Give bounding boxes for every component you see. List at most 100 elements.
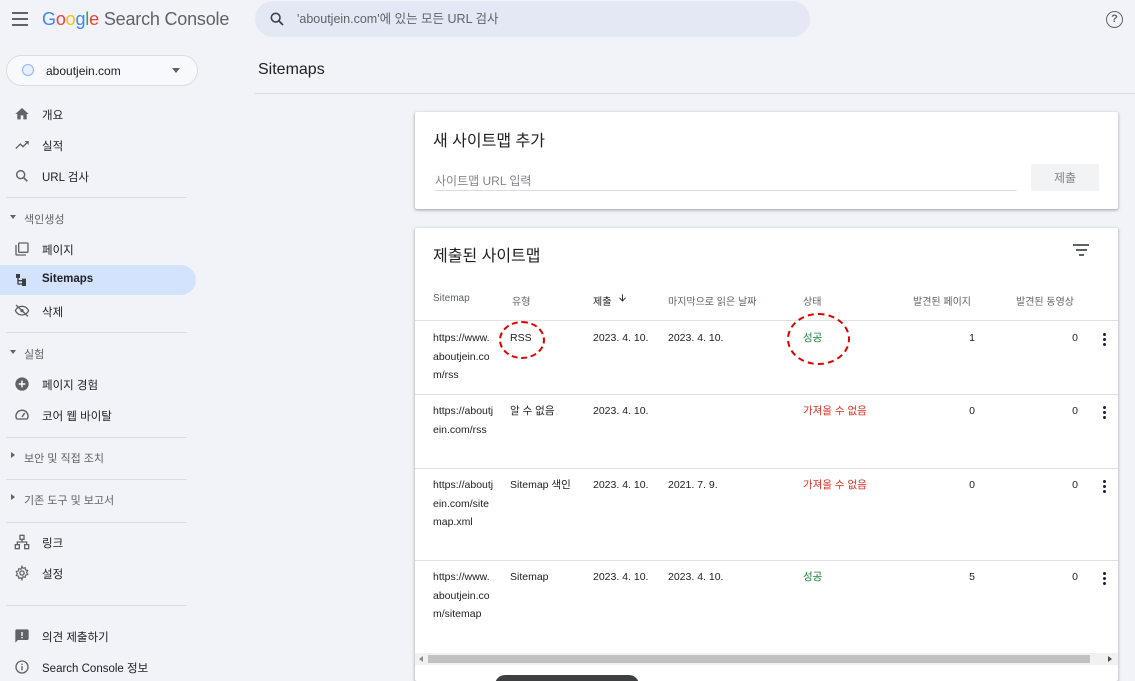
help-icon[interactable]: ? (1106, 11, 1123, 28)
submitted-date: 2023. 4. 10. (593, 332, 649, 344)
scroll-left-icon[interactable] (419, 656, 423, 662)
settings-icon (15, 565, 29, 581)
horizontal-scrollbar[interactable] (415, 653, 1118, 665)
sitemap-url[interactable]: https://www.aboutjein.com/sitemap (433, 568, 495, 624)
url-inspection-input[interactable] (297, 1, 797, 37)
row-divider (415, 468, 1118, 469)
search-icon (15, 169, 28, 182)
sidebar-item-removals[interactable]: 삭제 (0, 296, 196, 326)
sidebar-item-overview[interactable]: 개요 (0, 99, 196, 129)
last-read-date: 2023. 4. 10. (668, 332, 724, 344)
collapse-arrow-icon (10, 350, 16, 354)
main-menu-icon[interactable] (12, 12, 28, 26)
submitted-sitemaps-card: 제출된 사이트맵 Sitemap 유형 제출 마지막으로 읽은 날짜 상태 발견… (415, 228, 1118, 681)
discovered-pages: 1 (969, 332, 975, 344)
section-indexing[interactable]: 색인생성 (0, 207, 196, 229)
chevron-down-icon (172, 68, 180, 73)
last-read-date: 2021. 7. 9. (668, 479, 718, 491)
search-icon (270, 12, 284, 26)
more-vert-icon[interactable] (1103, 333, 1107, 347)
column-header-discovered-pages[interactable]: 발견된 페이지 (913, 293, 971, 308)
submit-button[interactable]: 제출 (1031, 164, 1099, 191)
more-vert-icon[interactable] (1103, 406, 1107, 420)
title-divider (255, 93, 1135, 94)
status-badge: 가져올 수 없음 (803, 405, 867, 417)
last-read-date: 2023. 4. 10. (668, 571, 724, 583)
filter-icon[interactable] (1073, 244, 1089, 258)
section-security[interactable]: 보안 및 직접 조치 (0, 446, 196, 468)
sitemap-url[interactable]: https://www.aboutjein.com/rss (433, 329, 495, 385)
column-header-submitted[interactable]: 제출 (593, 293, 626, 308)
status-badge: 가져올 수 없음 (803, 479, 867, 491)
trending-up-icon (15, 141, 29, 149)
discovered-pages: 0 (969, 405, 975, 417)
section-experience[interactable]: 실험 (0, 342, 196, 364)
sidebar-item-page-experience[interactable]: 페이지 경험 (0, 369, 196, 399)
sidebar-item-performance[interactable]: 실적 (0, 130, 196, 160)
sitemap-type: Sitemap (510, 571, 549, 583)
sidebar-divider (6, 437, 187, 438)
column-header-last-read[interactable]: 마지막으로 읽은 날짜 (668, 293, 756, 308)
annotation-circle-rss (499, 321, 545, 359)
url-inspection-search[interactable] (255, 1, 810, 37)
sidebar-item-settings[interactable]: 설정 (0, 558, 196, 588)
scroll-right-icon[interactable] (1108, 656, 1112, 662)
sidebar-divider (6, 522, 187, 523)
more-vert-icon[interactable] (1103, 480, 1107, 494)
links-icon (14, 534, 30, 550)
sitemap-type: 알 수 없음 (510, 405, 555, 417)
sort-descending-icon (619, 294, 626, 302)
section-legacy-tools[interactable]: 기존 도구 및 보고서 (0, 488, 196, 510)
row-divider (415, 394, 1118, 395)
expand-arrow-icon (11, 494, 15, 500)
search-console-logo[interactable]: Google Search Console (42, 9, 229, 30)
add-sitemap-card: 새 사이트맵 추가 제출 (415, 112, 1118, 209)
expand-arrow-icon (11, 452, 15, 458)
snackbar-partial (495, 675, 639, 681)
info-icon (15, 660, 29, 674)
sidebar: aboutjein.com 개요 실적 URL 검사 색인생성 페이지 Site… (0, 40, 205, 681)
page-title: Sitemaps (258, 61, 325, 78)
speed-icon (15, 409, 29, 420)
sidebar-item-about[interactable]: Search Console 정보 (0, 652, 196, 681)
property-name: aboutjein.com (46, 64, 121, 78)
sidebar-item-sitemaps[interactable]: Sitemaps (0, 265, 196, 295)
sitemap-url-input[interactable] (435, 171, 1017, 191)
more-vert-icon[interactable] (1103, 572, 1107, 586)
sitemap-icon (16, 274, 26, 286)
discovered-videos: 0 (1072, 571, 1078, 583)
discovered-pages: 0 (969, 479, 975, 491)
sitemap-url[interactable]: https://aboutjein.com/sitemap.xml (433, 476, 495, 532)
scrollbar-thumb[interactable] (428, 655, 1090, 663)
sidebar-item-core-web-vitals[interactable]: 코어 웹 바이탈 (0, 400, 196, 430)
column-header-type[interactable]: 유형 (512, 293, 530, 308)
sidebar-item-pages[interactable]: 페이지 (0, 234, 196, 264)
discovered-pages: 5 (969, 571, 975, 583)
submitted-date: 2023. 4. 10. (593, 479, 649, 491)
sidebar-divider (6, 605, 187, 606)
sitemap-type: Sitemap 색인 (510, 479, 571, 491)
sidebar-divider (6, 332, 187, 333)
sidebar-divider (6, 479, 187, 480)
feedback-icon (15, 629, 29, 643)
discovered-videos: 0 (1072, 479, 1078, 491)
submitted-sitemaps-title: 제출된 사이트맵 (433, 248, 541, 265)
visibility-off-icon (14, 304, 30, 317)
sidebar-item-links[interactable]: 링크 (0, 527, 196, 557)
row-divider (415, 560, 1118, 561)
sitemap-url[interactable]: https://aboutjein.com/rss (433, 402, 495, 439)
add-circle-icon (15, 377, 29, 391)
status-badge: 성공 (803, 571, 823, 583)
globe-icon (22, 64, 34, 76)
annotation-circle-status (787, 313, 850, 365)
home-icon (15, 108, 29, 120)
sidebar-item-url-inspection[interactable]: URL 검사 (0, 161, 196, 191)
column-header-discovered-videos[interactable]: 발견된 동영상 (1016, 293, 1074, 308)
add-sitemap-title: 새 사이트맵 추가 (433, 133, 545, 150)
submitted-date: 2023. 4. 10. (593, 571, 649, 583)
column-header-status[interactable]: 상태 (803, 293, 821, 308)
property-selector[interactable]: aboutjein.com (6, 55, 198, 86)
collapse-arrow-icon (10, 215, 16, 219)
column-header-sitemap[interactable]: Sitemap (433, 293, 470, 304)
sidebar-item-feedback[interactable]: 의견 제출하기 (0, 621, 196, 651)
